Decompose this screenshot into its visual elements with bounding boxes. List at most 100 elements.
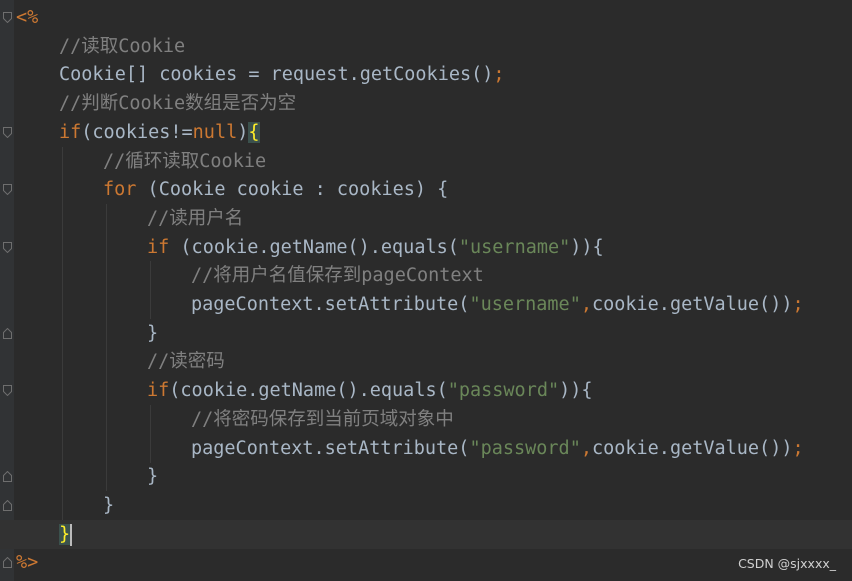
code-line[interactable]: //将用户名值保存到pageContext	[0, 261, 852, 291]
indent-guide	[62, 404, 63, 434]
code-token: (cookie.getName().equals(	[169, 380, 448, 402]
code-token: //循环读取Cookie	[103, 150, 267, 172]
code-token: )){	[570, 236, 604, 258]
indent-guide	[106, 318, 107, 348]
code-token: for	[103, 179, 137, 201]
code-token: cookie.getValue())	[591, 294, 793, 315]
indent-guide	[62, 462, 63, 492]
code-line[interactable]: if (cookie.getName().equals("username"))…	[0, 232, 852, 262]
code-token: if	[59, 121, 82, 143]
code-token: pageContext.setAttribute(	[191, 437, 470, 459]
code-token: (cookies!=	[81, 121, 193, 143]
code-token: pageContext.setAttribute(	[191, 294, 470, 315]
code-token: if	[147, 236, 170, 258]
code-token: ;	[493, 64, 505, 86]
code-text: pageContext.setAttribute("username",cook…	[191, 290, 804, 319]
code-line[interactable]: //判断Cookie数组是否为空	[0, 89, 852, 118]
code-line[interactable]: //将密码保存到当前页域对象中	[0, 404, 852, 434]
code-token: %>	[16, 552, 39, 574]
indent-guide	[150, 290, 151, 319]
code-token: //读用户名	[147, 207, 244, 229]
indent-guide	[106, 203, 107, 233]
indent-guide	[106, 376, 107, 406]
code-text: for (Cookie cookie : cookies) {	[103, 175, 448, 204]
code-text: //读密码	[147, 347, 225, 376]
indent-guide	[62, 433, 63, 463]
indent-guide	[62, 376, 63, 406]
code-line[interactable]: //读用户名	[0, 203, 852, 233]
indent-guide	[62, 261, 63, 291]
code-line[interactable]: pageContext.setAttribute("username",cook…	[0, 290, 852, 319]
code-token: "username"	[469, 294, 581, 315]
indent-guide	[62, 347, 63, 377]
code-editor[interactable]: <% //读取Cookie Cookie[] cookies = request.g…	[0, 0, 852, 581]
indent-guide	[62, 318, 63, 348]
indent-guide	[62, 490, 63, 520]
code-text: }	[103, 491, 114, 520]
code-token: Cookie[] cookies = request.getCookies()	[59, 64, 494, 86]
code-text: //将密码保存到当前页域对象中	[191, 405, 454, 434]
code-text: <%	[16, 3, 38, 32]
watermark: CSDN @sjxxxx_	[738, 556, 836, 571]
code-line[interactable]: <%	[0, 3, 852, 32]
code-line[interactable]: Cookie[] cookies = request.getCookies();	[0, 60, 852, 89]
code-token: "password"	[469, 437, 581, 459]
code-line[interactable]: }	[0, 519, 852, 549]
code-area[interactable]: <% //读取Cookie Cookie[] cookies = request.g…	[0, 0, 852, 581]
code-token: //判断Cookie数组是否为空	[59, 93, 297, 115]
code-token: cookie.getValue())	[591, 437, 793, 459]
indent-guide	[106, 404, 107, 434]
code-token: "username"	[458, 236, 571, 258]
code-token: }	[147, 322, 159, 344]
code-line[interactable]: //读取Cookie	[0, 32, 852, 61]
code-token: null	[192, 121, 238, 143]
code-token: (Cookie cookie : cookies) {	[136, 179, 449, 201]
code-text: if (cookie.getName().equals("username"))…	[147, 233, 604, 262]
code-token: if	[147, 380, 170, 402]
code-token: ,	[580, 437, 592, 459]
indent-guide	[106, 232, 107, 262]
code-token: ;	[792, 294, 804, 315]
code-text: }	[147, 319, 158, 348]
indent-guide	[62, 146, 63, 176]
code-line[interactable]: //读密码	[0, 347, 852, 377]
code-line[interactable]: }	[0, 318, 852, 348]
code-token: //将用户名值保存到pageContext	[191, 265, 484, 287]
indent-guide	[106, 433, 107, 463]
code-line[interactable]: if(cookie.getName().equals("password")){	[0, 376, 852, 406]
code-token: "password"	[447, 380, 560, 402]
code-token: }	[147, 466, 159, 488]
code-text: if(cookies!=null){	[59, 118, 260, 147]
indent-guide	[106, 290, 107, 319]
code-text: }	[147, 462, 158, 491]
code-line[interactable]: %>	[0, 548, 852, 577]
code-token: (cookie.getName().equals(	[169, 236, 459, 258]
code-token: //读密码	[147, 351, 225, 373]
code-line[interactable]: if(cookies!=null){	[0, 118, 852, 147]
indent-guide	[150, 261, 151, 291]
code-text: %>	[16, 548, 38, 577]
indent-guide	[62, 290, 63, 319]
code-line[interactable]: //循环读取Cookie	[0, 146, 852, 176]
indent-guide	[106, 261, 107, 291]
code-text: Cookie[] cookies = request.getCookies();	[59, 60, 505, 89]
code-token: //将密码保存到当前页域对象中	[191, 408, 454, 430]
code-token: )	[237, 121, 249, 143]
indent-guide	[150, 433, 151, 463]
code-token: )){	[559, 380, 593, 402]
code-token: ,	[580, 294, 592, 315]
code-token: }	[59, 523, 71, 545]
code-text: if(cookie.getName().equals("password")){	[147, 376, 593, 405]
code-text: //判断Cookie数组是否为空	[59, 89, 296, 118]
code-line[interactable]: }	[0, 490, 852, 520]
code-line[interactable]: pageContext.setAttribute("password",cook…	[0, 433, 852, 463]
code-text: //读取Cookie	[59, 32, 185, 61]
code-line[interactable]: for (Cookie cookie : cookies) {	[0, 175, 852, 205]
code-token: //读取Cookie	[59, 35, 186, 57]
code-token: {	[248, 121, 260, 143]
code-token: ;	[792, 437, 804, 459]
code-line[interactable]: }	[0, 462, 852, 492]
indent-guide	[106, 462, 107, 492]
code-token: }	[103, 494, 115, 516]
indent-guide	[62, 203, 63, 233]
